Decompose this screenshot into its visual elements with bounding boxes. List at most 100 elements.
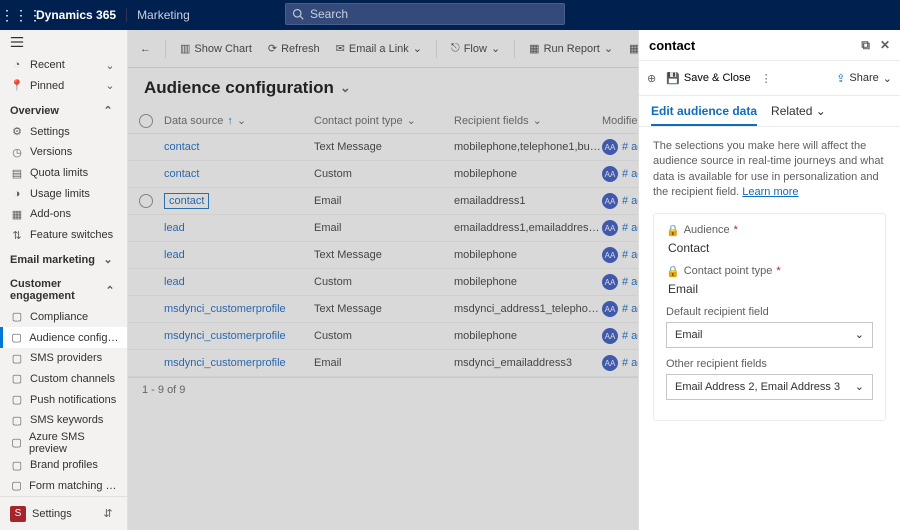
tab-related[interactable]: Related ⌄ (771, 104, 826, 126)
run-report-button[interactable]: ▦Run Report⌄ (523, 36, 619, 62)
chevron-down-icon: ⌄ (855, 328, 864, 341)
back-button[interactable]: ← (134, 36, 157, 62)
sidebar-versions[interactable]: ◷Versions (0, 142, 127, 163)
sidebar-section-overview[interactable]: Overview ⌃ (0, 96, 127, 121)
sidebar-addons[interactable]: ▦Add-ons (0, 204, 127, 225)
data-source-link[interactable]: lead (164, 249, 185, 261)
sidebar-azure-sms[interactable]: ▢Azure SMS preview (0, 431, 127, 455)
refresh-button[interactable]: ⟳Refresh (262, 36, 326, 62)
sidebar-form-matching[interactable]: ▢Form matching st… (0, 475, 127, 496)
data-source-link[interactable]: lead (164, 276, 185, 288)
data-source-link[interactable]: msdynci_customerprofile (164, 303, 286, 315)
sidebar-toggle[interactable] (0, 30, 127, 55)
recipient-cell: mobilephone (454, 276, 602, 288)
data-source-link[interactable]: contact (164, 168, 199, 180)
sidebar-push[interactable]: ▢Push notifications (0, 389, 127, 410)
chevron-down-icon: ⌄ (99, 253, 117, 266)
mail-icon: ✉ (336, 42, 345, 55)
avatar: AA (602, 193, 618, 209)
sidebar-settings[interactable]: ⚙Settings (0, 121, 127, 142)
sidebar-sms-keywords[interactable]: ▢SMS keywords (0, 410, 127, 431)
data-source-link[interactable]: msdynci_customerprofile (164, 357, 286, 369)
tab-edit-audience[interactable]: Edit audience data (651, 104, 757, 126)
data-source-link[interactable]: contact (164, 193, 209, 209)
recipient-cell: mobilephone (454, 168, 602, 180)
bell-icon: ▢ (10, 393, 24, 407)
recipient-cell: emailaddress1 (454, 195, 602, 207)
sidebar-recent[interactable]: ◔ Recent ⌄ (0, 55, 127, 76)
report-icon: ▦ (529, 42, 539, 55)
data-source-link[interactable]: contact (164, 141, 199, 153)
chart-icon: ▥ (180, 42, 190, 55)
flow-icon: ⎋ (451, 42, 460, 55)
lock-icon: 🔒 (666, 265, 680, 278)
keyword-icon: ▢ (10, 413, 24, 427)
cpt-cell: Custom (314, 168, 454, 180)
people-icon: ▢ (10, 331, 23, 345)
learn-more-link[interactable]: Learn more (742, 186, 798, 198)
sidebar-quota[interactable]: ▤Quota limits (0, 163, 127, 184)
close-icon[interactable]: ✕ (880, 38, 890, 53)
more-commands[interactable]: ⋮ (761, 72, 772, 85)
save-close-button[interactable]: 💾 Save & Close (666, 72, 750, 85)
data-source-link[interactable]: msdynci_customerprofile (164, 330, 286, 342)
email-link-button[interactable]: ✉Email a Link⌄ (330, 36, 428, 62)
sidebar-features[interactable]: ⇅Feature switches (0, 225, 127, 246)
col-cpt[interactable]: Contact point type⌄ (314, 114, 454, 127)
avatar: AA (602, 328, 618, 344)
popout-icon[interactable]: ⧉ (861, 38, 870, 53)
sidebar: ◔ Recent ⌄ 📍 Pinned ⌄ Overview ⌃ ⚙Settin… (0, 30, 128, 530)
sidebar-sms[interactable]: ▢SMS providers (0, 348, 127, 369)
avatar: AA (602, 247, 618, 263)
col-recipient[interactable]: Recipient fields⌄ (454, 114, 602, 127)
chevron-down-icon: ⌄ (491, 42, 500, 55)
cpt-cell: Custom (314, 330, 454, 342)
sidebar-pinned[interactable]: 📍 Pinned ⌄ (0, 76, 127, 97)
sidebar-section-email[interactable]: Email marketing ⌄ (0, 245, 127, 270)
chevron-down-icon: ⌄ (101, 79, 119, 92)
cpt-cell: Text Message (314, 303, 454, 315)
shield-icon: ▢ (10, 310, 24, 324)
chevron-down-icon: ⌄ (340, 80, 351, 96)
sidebar-compliance[interactable]: ▢Compliance (0, 306, 127, 327)
col-data-source[interactable]: Data source ↑⌄ (164, 114, 314, 127)
global-search[interactable]: Search (285, 3, 565, 25)
sliders-icon: ⇅ (10, 228, 24, 242)
other-recipient-select[interactable]: Email Address 2, Email Address 3 ⌄ (666, 374, 873, 400)
avatar: AA (602, 301, 618, 317)
sidebar-area-switcher[interactable]: S Settings ⇵ (0, 496, 127, 530)
chevron-down-icon: ⌄ (855, 380, 864, 393)
data-source-link[interactable]: lead (164, 222, 185, 234)
select-all[interactable] (128, 114, 164, 128)
default-recipient-select[interactable]: Email ⌄ (666, 322, 873, 348)
arrow-left-icon: ← (140, 43, 151, 55)
pin-icon: 📍 (10, 79, 24, 93)
sort-asc-icon: ↑ (227, 115, 233, 127)
chevron-down-icon: ⌄ (237, 114, 246, 127)
sidebar-usage[interactable]: ◑Usage limits (0, 183, 127, 204)
chevron-up-icon: ⌃ (99, 104, 117, 117)
gauge-icon: ◑ (10, 187, 24, 201)
new-button[interactable]: ⊕ (647, 72, 656, 85)
flow-button[interactable]: ⎋Flow⌄ (445, 36, 506, 62)
cpt-cell: Email (314, 357, 454, 369)
row-radio[interactable] (139, 194, 153, 208)
share-button[interactable]: ⇪ Share ⌄ (836, 72, 892, 85)
sidebar-brand[interactable]: ▢Brand profiles (0, 455, 127, 476)
module-name[interactable]: Marketing (126, 8, 200, 22)
global-topbar: ⋮⋮⋮ Dynamics 365 Marketing Search (0, 0, 900, 30)
clock-icon: ◷ (10, 145, 24, 159)
refresh-icon: ⟳ (268, 42, 277, 55)
sidebar-audience-config[interactable]: ▢Audience configu… (0, 327, 127, 348)
chevron-down-icon: ⌄ (604, 42, 613, 55)
sidebar-pinned-label: Pinned (30, 80, 64, 92)
cpt-cell: Email (314, 195, 454, 207)
app-launcher-icon[interactable]: ⋮⋮⋮ (0, 7, 30, 24)
sidebar-section-ce[interactable]: Customer engagement ⌃ (0, 270, 127, 306)
settings-badge: S (10, 506, 26, 522)
cpt-cell: Email (314, 222, 454, 234)
chevron-up-icon: ⌃ (103, 284, 117, 297)
sidebar-custom-channels[interactable]: ▢Custom channels (0, 369, 127, 390)
cpt-cell: Custom (314, 276, 454, 288)
show-chart-button[interactable]: ▥Show Chart (174, 36, 258, 62)
